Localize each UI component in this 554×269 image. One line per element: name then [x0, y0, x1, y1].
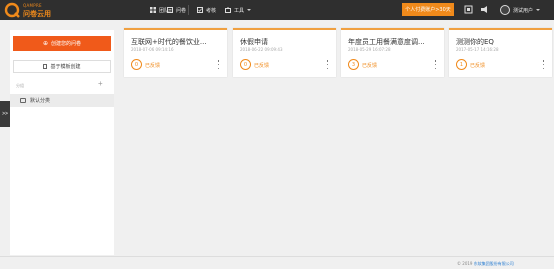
upgrade-button[interactable]: 个人付费账户>30天 [402, 3, 454, 16]
chevron-down-icon [247, 9, 252, 11]
logo-text-en: QAMPRE [23, 3, 42, 8]
document-icon [43, 64, 48, 69]
more-options-icon[interactable] [326, 60, 329, 69]
message-icon[interactable] [480, 5, 489, 14]
more-options-icon[interactable] [542, 60, 545, 69]
category-label: 默认分类 [30, 98, 51, 104]
card-title: 休假申请 [240, 38, 268, 46]
logo-icon [4, 2, 20, 18]
sidebar-toggle[interactable]: >> [0, 101, 10, 127]
folder-icon [20, 98, 26, 103]
more-options-icon[interactable] [217, 60, 220, 69]
footer: © 2019 东软集团股份有限公司 [0, 256, 554, 269]
template-label: 基于模板创建 [50, 64, 81, 70]
nav-exam-label: 考核 [206, 7, 217, 14]
survey-card[interactable]: 年度员工用餐满意度调... 2018-05-29 16:07:28 3 已反馈 [341, 28, 444, 77]
nav-survey[interactable]: 问卷 [167, 0, 186, 20]
card-date: 2017-05-17 14:16:28 [456, 47, 499, 52]
notification-icon[interactable] [464, 5, 473, 14]
status-label: 已反馈 [145, 63, 161, 69]
status-label: 已反馈 [362, 63, 378, 69]
status-label: 已反馈 [254, 63, 270, 69]
logo-text-cn: 问卷云用 [23, 10, 51, 18]
survey-card[interactable]: 互联网+时代的餐饮业... 2018-07-06 09:14:16 0 已反馈 [124, 28, 227, 77]
category-header: 分组 [16, 83, 24, 88]
nav-survey-label: 问卷 [176, 7, 187, 14]
nav-tools[interactable]: 工具 [225, 0, 252, 20]
card-title: 互联网+时代的餐饮业... [131, 38, 207, 46]
copyright-text: © 2019 [457, 261, 474, 266]
chevron-down-icon [536, 9, 541, 11]
card-date: 2018-07-06 09:14:16 [131, 47, 174, 52]
sidebar: ⊕ 创建您的问卷 基于模板创建 分组 + 默认分类 [10, 30, 114, 255]
top-navbar: QAMPRE 问卷云用 团队 问卷 考核 工具 个人付费账户>30天 测试用户 [0, 0, 554, 20]
create-survey-button[interactable]: ⊕ 创建您的问卷 [13, 36, 111, 51]
add-category-button[interactable]: + [98, 80, 103, 88]
nav-tools-label: 工具 [234, 7, 245, 14]
create-survey-label: 创建您的问卷 [51, 41, 82, 47]
card-date: 2018-05-29 16:07:28 [348, 47, 391, 52]
nav-divider [188, 5, 189, 15]
user-name: 测试用户 [513, 7, 534, 14]
create-from-template-button[interactable]: 基于模板创建 [13, 60, 111, 73]
avatar [500, 5, 510, 15]
plus-icon: ⊕ [42, 40, 48, 47]
response-count-badge: 1 [456, 59, 467, 70]
status-label: 已反馈 [470, 63, 486, 69]
user-menu[interactable]: 测试用户 [500, 4, 541, 16]
survey-card[interactable]: 测测你的EQ 2017-05-17 14:16:28 1 已反馈 [449, 28, 552, 77]
exam-icon [197, 7, 203, 13]
more-options-icon[interactable] [434, 60, 437, 69]
card-title: 测测你的EQ [456, 38, 494, 46]
tools-icon [225, 7, 231, 13]
card-date: 2018-06-22 09:09:43 [240, 47, 283, 52]
response-count-badge: 0 [131, 59, 142, 70]
company-link[interactable]: 东软集团股份有限公司 [474, 261, 514, 266]
app-logo[interactable]: QAMPRE 问卷云用 [4, 2, 64, 18]
response-count-badge: 3 [348, 59, 359, 70]
response-count-badge: 0 [240, 59, 251, 70]
team-icon [150, 7, 156, 13]
card-title: 年度员工用餐满意度调... [348, 38, 425, 46]
survey-card[interactable]: 休假申请 2018-06-22 09:09:43 0 已反馈 [233, 28, 336, 77]
survey-icon [167, 7, 173, 13]
sidebar-item-default-category[interactable]: 默认分类 [10, 94, 114, 107]
footer-copyright: © 2019 东软集团股份有限公司 [457, 261, 514, 267]
nav-exam[interactable]: 考核 [197, 0, 216, 20]
